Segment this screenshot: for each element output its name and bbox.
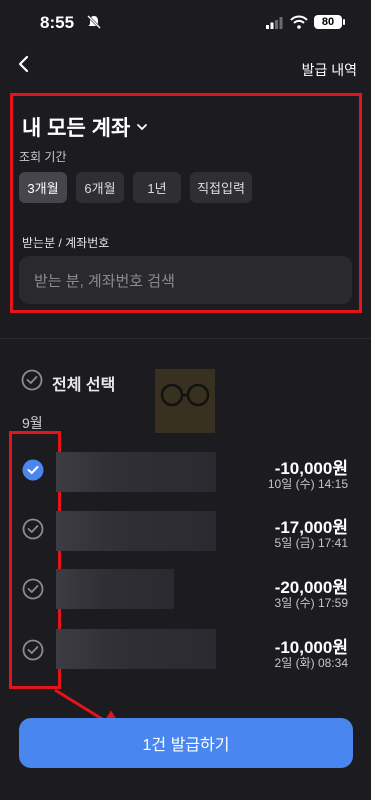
annotation-arrow <box>54 688 126 734</box>
issue-button[interactable]: 1건 발급하기 <box>19 718 353 768</box>
